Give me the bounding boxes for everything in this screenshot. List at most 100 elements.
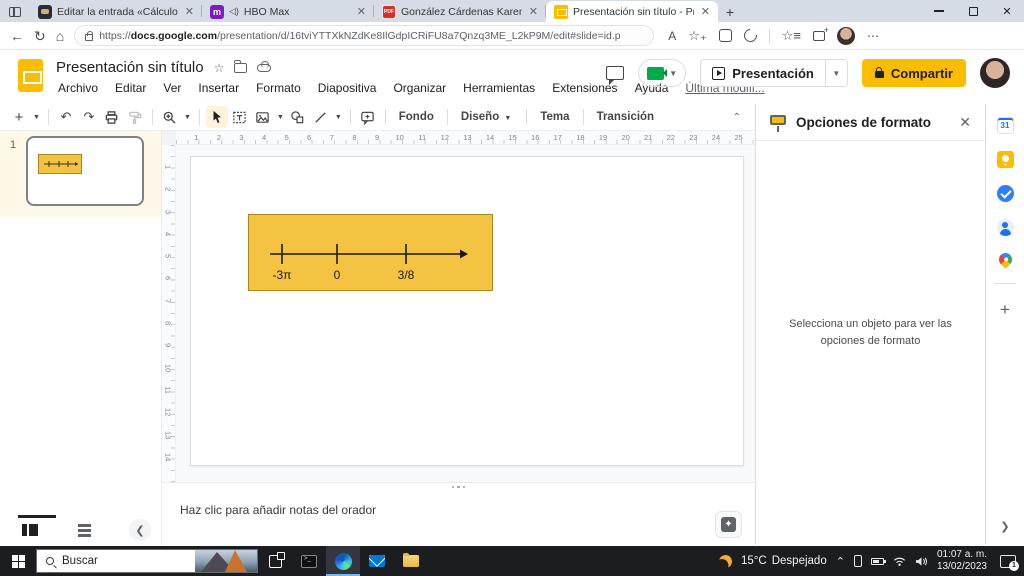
layout-button[interactable]: Diseño ▼ [454,111,520,123]
slide-canvas[interactable]: -3π 0 3/8 [190,156,744,466]
tab-audio-icon[interactable]: ◁) [229,6,239,17]
browser-tab-active[interactable]: Presentación sin título - Presenta ✕ [546,1,718,22]
home-icon[interactable]: ⌂ [56,29,64,43]
document-status-cloud-icon[interactable] [257,64,271,72]
select-tool-icon[interactable] [206,106,228,128]
maps-icon[interactable] [996,250,1014,268]
star-document-icon[interactable]: ☆ [214,61,225,75]
tab-actions-menu-icon[interactable] [0,2,30,22]
zoom-caret[interactable]: ▼ [182,114,193,121]
clock-widget[interactable]: 01:07 a. m. 13/02/2023 [937,549,987,574]
tab-close-icon[interactable]: ✕ [355,5,368,18]
menu-diapositiva[interactable]: Diapositiva [318,81,377,95]
menu-ver[interactable]: Ver [163,81,181,95]
mail-app-button[interactable] [360,546,394,576]
browser-tab-3[interactable]: González Cárdenas Karen_Obs_J ✕ [374,1,546,22]
extension-icon[interactable] [741,26,759,44]
explore-button[interactable] [715,511,742,538]
image-caret[interactable]: ▼ [275,114,286,121]
phone-link-icon[interactable] [854,555,862,567]
collapse-toolbar-icon[interactable]: ⌃ [733,112,747,123]
favorites-bar-icon[interactable]: ☆≡ [782,28,801,44]
background-button[interactable]: Fondo [392,111,441,123]
new-slide-button[interactable]: + [8,106,30,128]
line-caret[interactable]: ▼ [333,114,344,121]
browser-menu-icon[interactable]: ⋯ [867,29,879,43]
close-window-button[interactable]: ✕ [990,0,1024,22]
slide-thumbnail[interactable] [26,136,144,206]
menu-formato[interactable]: Formato [256,81,301,95]
menu-editar[interactable]: Editar [115,81,146,95]
present-options-caret[interactable]: ▼ [826,59,848,87]
task-view-button[interactable] [258,546,292,576]
google-slides-logo[interactable] [18,59,43,92]
browser-profile-avatar[interactable] [837,27,855,45]
share-button[interactable]: Compartir [862,59,966,87]
refresh-icon[interactable]: ↻ [34,29,46,43]
weather-moon-icon[interactable] [718,553,734,569]
meet-button[interactable]: ▼ [638,59,686,87]
paint-format-icon[interactable] [124,106,146,128]
volume-icon[interactable] [915,556,928,567]
move-to-folder-icon[interactable] [234,63,247,73]
calendar-icon[interactable]: 31 [997,117,1014,134]
menu-insertar[interactable]: Insertar [198,81,239,95]
browser-tab-1[interactable]: Editar la entrada «Cálculo Diferen ✕ [30,1,202,22]
print-icon[interactable] [101,106,123,128]
shape-icon[interactable] [287,106,309,128]
tab-close-icon[interactable]: ✕ [699,5,712,18]
document-title[interactable]: Presentación sin título [56,59,204,76]
insert-comment-icon[interactable] [357,106,379,128]
wifi-icon[interactable] [893,556,906,567]
menu-organizar[interactable]: Organizar [393,81,446,95]
account-avatar[interactable] [980,58,1010,88]
menu-herramientas[interactable]: Herramientas [463,81,535,95]
collapse-side-rail-icon[interactable]: ❯ [1000,520,1009,533]
url-field[interactable]: https://docs.google.com/presentation/d/1… [74,25,654,46]
theme-button[interactable]: Tema [533,111,576,123]
edge-app-button[interactable] [326,546,360,576]
taskbar-search-input[interactable]: Buscar [36,549,258,573]
tab-close-icon[interactable]: ✕ [183,5,196,18]
browser-tab-2[interactable]: m ◁) HBO Max ✕ [202,1,374,22]
battery-icon[interactable] [871,558,884,565]
hidden-icons-chevron[interactable]: ⌃ [836,555,845,568]
add-addon-icon[interactable]: + [1000,301,1010,318]
file-explorer-button[interactable] [394,546,428,576]
restore-button[interactable] [956,0,990,22]
new-slide-caret[interactable]: ▼ [31,114,42,121]
notes-resize-handle[interactable] [162,482,755,491]
keep-icon[interactable] [997,151,1014,168]
weather-widget[interactable]: 15°C Despejado [741,555,827,567]
slide-row-selected[interactable]: 1 [0,131,161,217]
collapse-filmstrip-icon[interactable]: ❮ [129,519,151,541]
undo-icon[interactable]: ↶ [55,106,77,128]
tasks-icon[interactable] [997,185,1014,202]
line-tool-icon[interactable] [310,106,332,128]
search-highlight-image[interactable] [195,550,257,572]
new-tab-button[interactable]: + [718,2,742,22]
back-icon[interactable]: ← [10,29,24,43]
terminal-app-button[interactable] [292,546,326,576]
minimize-button[interactable] [922,0,956,22]
contacts-icon[interactable] [997,219,1014,236]
comments-icon[interactable] [606,66,624,80]
add-favorite-icon[interactable]: ☆₊ [688,28,707,44]
text-box-icon[interactable] [229,106,251,128]
menu-archivo[interactable]: Archivo [58,81,98,95]
close-panel-icon[interactable]: ✕ [959,114,971,131]
grid-view-icon[interactable] [78,524,91,537]
insert-image-icon[interactable] [252,106,274,128]
redo-icon[interactable]: ↷ [78,106,100,128]
tab-close-icon[interactable]: ✕ [527,5,540,18]
browser-essentials-icon[interactable] [719,29,732,42]
collections-icon[interactable] [813,31,825,41]
read-aloud-icon[interactable]: A [668,29,676,43]
transition-button[interactable]: Transición [590,111,662,123]
start-button[interactable] [0,546,36,576]
speaker-notes-placeholder[interactable]: Haz clic para añadir notas del orador [180,503,376,517]
number-line-shape[interactable]: -3π 0 3/8 [248,214,493,291]
notification-center-icon[interactable]: 1 [1000,555,1016,568]
filmstrip-view-icon[interactable] [10,524,50,536]
present-button[interactable]: Presentación [700,59,826,87]
